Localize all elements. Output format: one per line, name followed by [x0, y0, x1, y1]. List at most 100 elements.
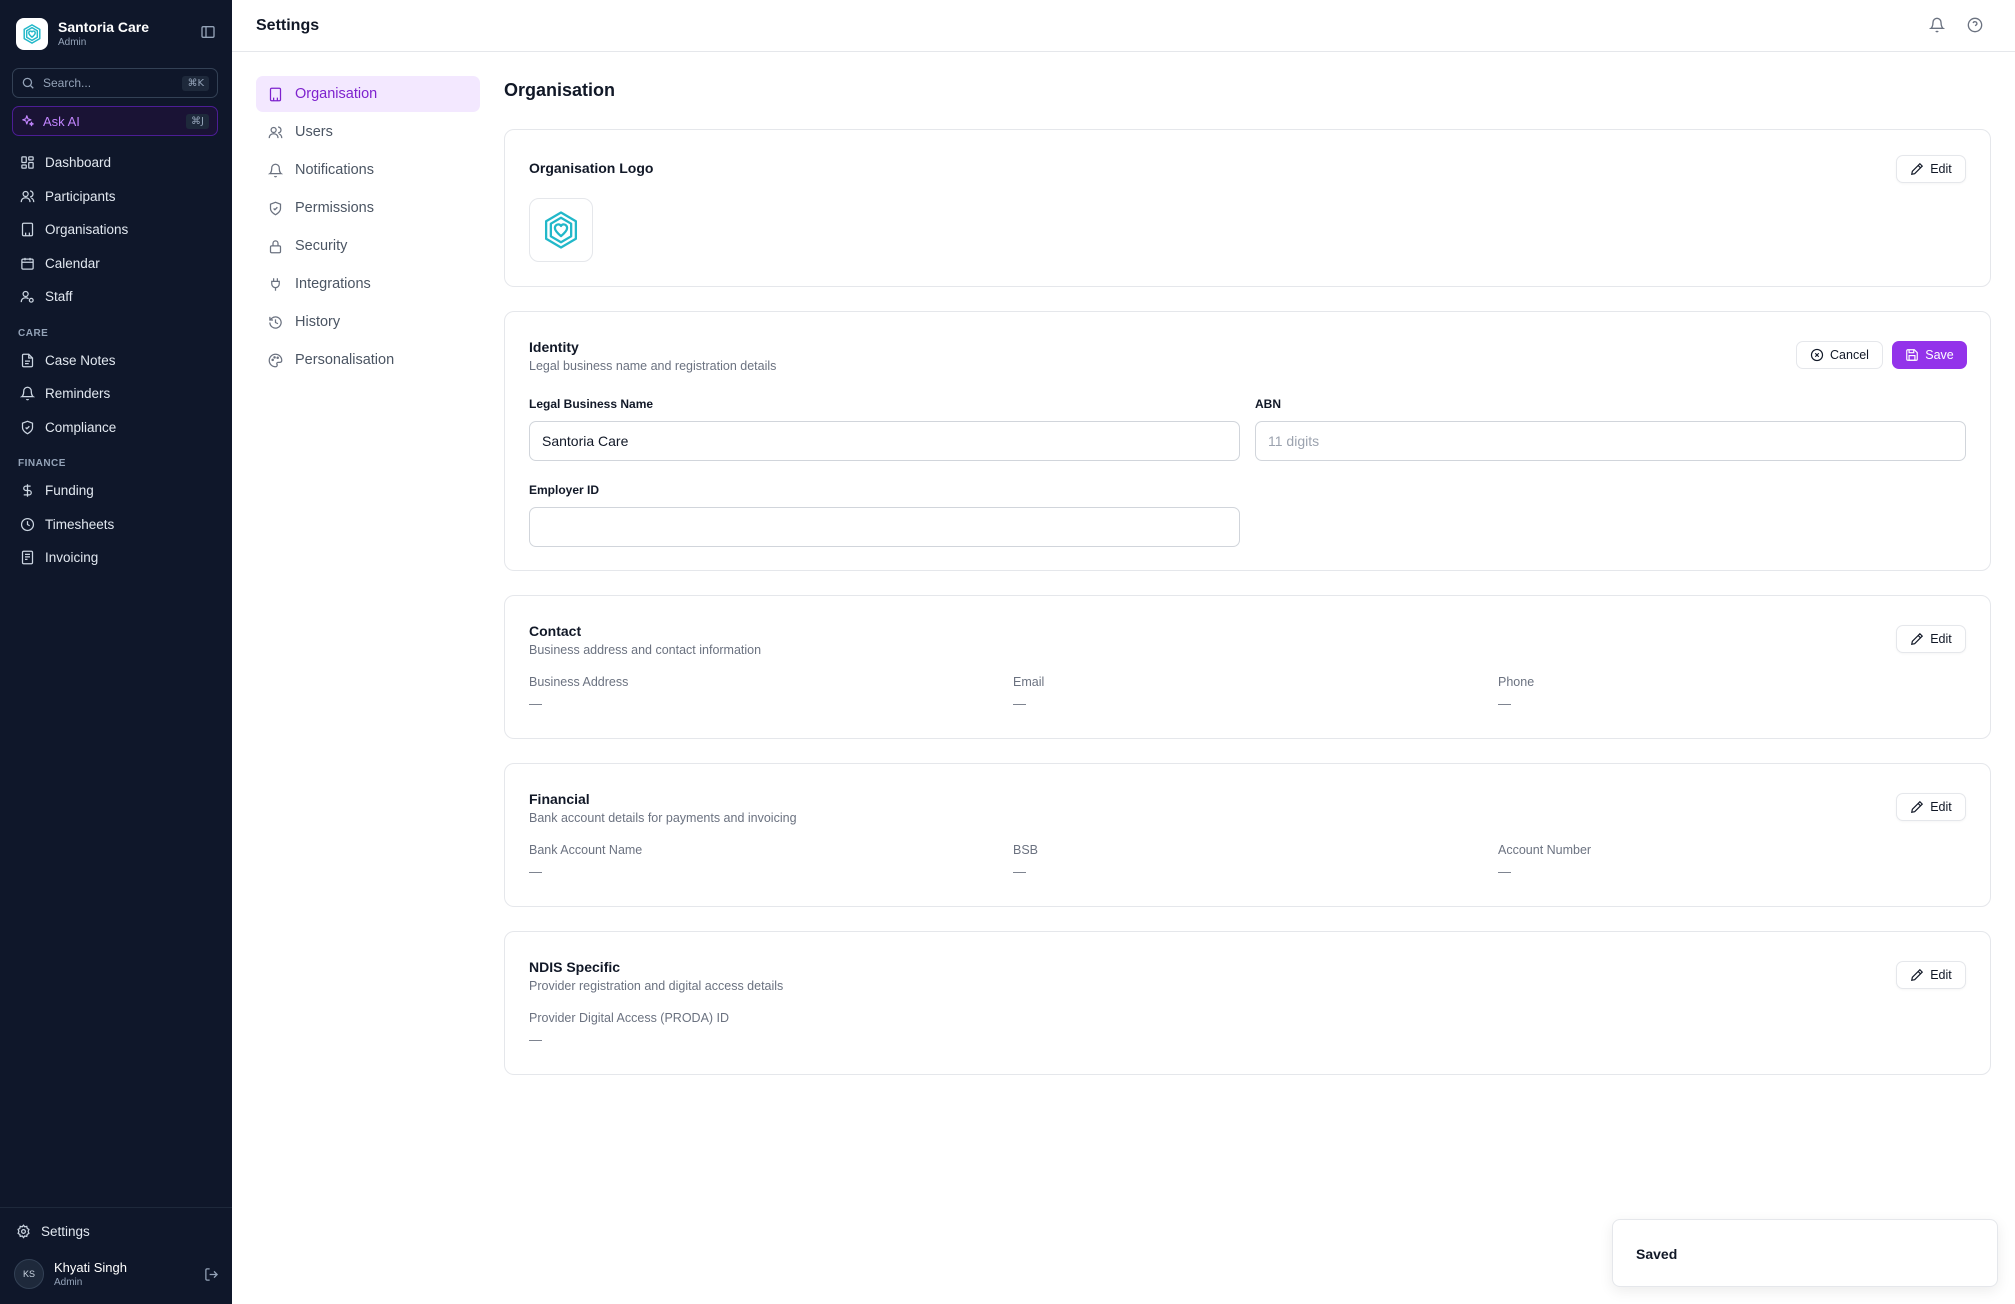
logout-icon[interactable]: [204, 1267, 219, 1282]
calendar-icon: [20, 256, 35, 271]
sidebar-divider: [0, 1207, 232, 1208]
card-title: Identity: [529, 339, 579, 355]
bsb-value: —: [1013, 864, 1026, 879]
bsb-label: BSB: [1013, 843, 1039, 857]
help-icon[interactable]: [1967, 17, 1985, 35]
legal-business-name-input[interactable]: [529, 421, 1240, 461]
settings-nav-label: Notifications: [295, 162, 374, 178]
proda-id-label: Provider Digital Access (PRODA) ID: [529, 1011, 730, 1025]
user-profile[interactable]: KS Khyati Singh Admin: [14, 1258, 219, 1290]
save-button[interactable]: Save: [1892, 341, 1967, 369]
abn-label: ABN: [1255, 397, 1281, 411]
edit-label: Edit: [1930, 162, 1952, 176]
sparkles-icon: [21, 114, 35, 128]
edit-ndis-button[interactable]: Edit: [1896, 961, 1966, 989]
card-title: NDIS Specific: [529, 959, 621, 975]
staff-icon: [20, 289, 35, 304]
page-title: Settings: [256, 17, 320, 34]
gear-icon: [16, 1223, 31, 1239]
sidebar-item-label: Calendar: [45, 255, 100, 271]
search-icon: [21, 76, 35, 90]
settings-nav-history[interactable]: History: [256, 304, 480, 340]
business-address-value: —: [529, 696, 542, 711]
sidebar-item-label: Organisations: [45, 221, 129, 237]
user-name: Khyati Singh: [54, 1259, 127, 1275]
sidebar-item-label: Case Notes: [45, 352, 116, 368]
sidebar-item-label: Staff: [45, 288, 73, 304]
ask-ai-button[interactable]: Ask AI ⌘J: [12, 106, 218, 136]
settings-nav-organisation[interactable]: Organisation: [256, 76, 480, 112]
settings-nav-label: Permissions: [295, 200, 374, 216]
sidebar-item-reminders[interactable]: Reminders: [12, 379, 220, 407]
email-label: Email: [1013, 675, 1045, 689]
cancel-button[interactable]: Cancel: [1796, 341, 1883, 369]
notifications-bell-icon[interactable]: [1929, 17, 1947, 35]
pencil-icon: [1910, 632, 1924, 646]
sidebar-item-compliance[interactable]: Compliance: [12, 413, 220, 441]
employer-id-input[interactable]: [529, 507, 1240, 547]
dashboard-icon: [20, 155, 35, 170]
ndis-specific-card: NDIS Specific Provider registration and …: [504, 931, 1991, 1075]
sidebar-item-invoicing[interactable]: Invoicing: [12, 543, 220, 571]
sidebar-collapse-icon[interactable]: [200, 24, 216, 40]
users-icon: [20, 189, 35, 204]
sidebar-item-timesheets[interactable]: Timesheets: [12, 510, 220, 538]
sidebar-item-case-notes[interactable]: Case Notes: [12, 346, 220, 374]
edit-contact-button[interactable]: Edit: [1896, 625, 1966, 653]
account-number-label: Account Number: [1498, 843, 1592, 857]
employer-id-label: Employer ID: [529, 483, 600, 497]
phone-value: —: [1498, 696, 1511, 711]
sidebar-item-label: Settings: [41, 1223, 90, 1239]
search-placeholder: Search...: [43, 76, 92, 90]
history-icon: [268, 315, 283, 330]
edit-label: Edit: [1930, 800, 1952, 814]
bank-account-name-label: Bank Account Name: [529, 843, 643, 857]
sidebar-item-organisations[interactable]: Organisations: [12, 215, 220, 243]
sidebar-item-label: Dashboard: [45, 154, 112, 170]
ask-ai-label: Ask AI: [43, 113, 80, 129]
search-shortcut: ⌘K: [182, 75, 209, 91]
settings-nav-security[interactable]: Security: [256, 228, 480, 264]
edit-financial-button[interactable]: Edit: [1896, 793, 1966, 821]
sidebar-search[interactable]: Search... ⌘K: [12, 68, 218, 98]
sidebar-item-label: Funding: [45, 482, 94, 498]
sidebar-item-funding[interactable]: Funding: [12, 476, 220, 504]
receipt-icon: [20, 550, 35, 565]
card-subtitle: Provider registration and digital access…: [529, 979, 784, 993]
sidebar-item-dashboard[interactable]: Dashboard: [12, 148, 220, 176]
settings-nav-users[interactable]: Users: [256, 114, 480, 150]
sidebar-item-label: Participants: [45, 188, 116, 204]
edit-label: Edit: [1930, 632, 1952, 646]
sidebar-item-participants[interactable]: Participants: [12, 182, 220, 210]
settings-nav-personalisation[interactable]: Personalisation: [256, 342, 480, 378]
settings-nav-notifications[interactable]: Notifications: [256, 152, 480, 188]
org-role: Admin: [58, 37, 87, 48]
sidebar-item-label: Timesheets: [45, 516, 115, 532]
org-logo-icon: [16, 18, 48, 50]
settings-nav-integrations[interactable]: Integrations: [256, 266, 480, 302]
bell-icon: [268, 163, 283, 178]
sidebar-item-settings[interactable]: Settings: [8, 1217, 216, 1245]
toast-message: Saved: [1636, 1246, 1678, 1262]
abn-input[interactable]: [1255, 421, 1966, 461]
ask-ai-shortcut: ⌘J: [186, 113, 209, 129]
identity-card: Identity Legal business name and registr…: [504, 311, 1991, 571]
org-switcher[interactable]: Santoria Care Admin: [16, 17, 216, 51]
sidebar-item-calendar[interactable]: Calendar: [12, 249, 220, 277]
phone-label: Phone: [1498, 675, 1535, 689]
card-subtitle: Business address and contact information: [529, 643, 762, 657]
organisation-logo-card: Organisation Logo Edit: [504, 129, 1991, 287]
business-address-label: Business Address: [529, 675, 629, 689]
edit-logo-button[interactable]: Edit: [1896, 155, 1966, 183]
card-subtitle: Bank account details for payments and in…: [529, 811, 797, 825]
pencil-icon: [1910, 162, 1924, 176]
bell-icon: [20, 386, 35, 401]
avatar: KS: [14, 1259, 44, 1289]
settings-nav-label: History: [295, 314, 341, 330]
edit-label: Edit: [1930, 968, 1952, 982]
email-value: —: [1013, 696, 1026, 711]
settings-nav-label: Organisation: [295, 86, 378, 102]
settings-nav-label: Users: [295, 124, 333, 140]
settings-nav-permissions[interactable]: Permissions: [256, 190, 480, 226]
sidebar-item-staff[interactable]: Staff: [12, 282, 220, 310]
